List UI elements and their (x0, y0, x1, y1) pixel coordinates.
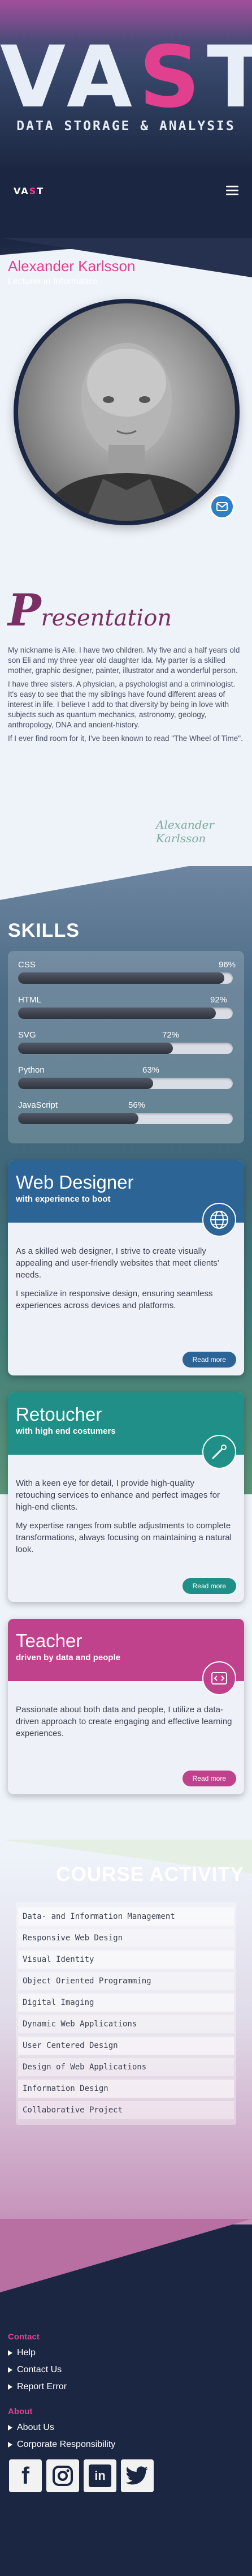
course-item[interactable]: Digital Imaging (18, 1994, 234, 2012)
skill-name: CSS (18, 960, 36, 970)
service-card-teacher: Teacher driven by data and people Passio… (8, 1619, 244, 1794)
skill-item: HTML 92% (18, 993, 234, 1028)
profile-name: Alexander Karlsson (8, 258, 136, 275)
course-item[interactable]: Object Oriented Programming (18, 1972, 234, 1990)
skill-bar (18, 1078, 233, 1089)
service-card-web-designer: Web Designer with experience to boot As … (8, 1160, 244, 1375)
triangle-icon (8, 2367, 12, 2373)
skill-bar (18, 1008, 233, 1019)
skill-percentage: 56% (128, 1100, 146, 1110)
card-body: As a skilled web designer, I strive to c… (8, 1223, 244, 1325)
skills-list: CSS 96% HTML 92% SVG 72% Python 63% Java… (8, 951, 244, 1143)
linkedin-icon[interactable]: in (84, 2459, 116, 2492)
skill-item: SVG 72% (18, 1028, 234, 1063)
read-more-button[interactable]: Read more (182, 1352, 236, 1368)
skill-percentage: 72% (162, 1030, 180, 1040)
card-subtitle: driven by data and people (16, 1653, 121, 1662)
facebook-icon[interactable]: f (9, 2459, 42, 2492)
footer-link-about[interactable]: About Us (8, 2423, 54, 2433)
course-item[interactable]: Responsive Web Design (18, 1929, 234, 1947)
skill-bar-fill (18, 1113, 138, 1124)
skill-name: SVG (18, 1030, 36, 1040)
card-header: Web Designer with experience to boot (8, 1160, 244, 1237)
course-heading: COURSE ACTIVITY (56, 1863, 244, 1885)
card-text: With a keen eye for detail, I provide hi… (16, 1478, 220, 1512)
triangle-icon (8, 2424, 12, 2431)
footer-link-report-error[interactable]: Report Error (8, 2382, 67, 2392)
footer-contact-heading: Contact (8, 2332, 40, 2342)
signature: Alexander Karlsson (156, 818, 214, 845)
footer-link-corporate[interactable]: Corporate Responsibility (8, 2440, 115, 2450)
presentation-text: My nickname is Alle. I have two children… (8, 645, 245, 747)
read-more-button[interactable]: Read more (182, 1578, 236, 1594)
code-icon (202, 1661, 236, 1695)
skill-bar-fill (18, 1043, 173, 1054)
skills-heading: SKILLS (8, 920, 80, 941)
course-item[interactable]: Data- and Information Management (18, 1908, 234, 1926)
brand-tagline: DATA STORAGE & ANALYSIS (16, 119, 236, 134)
skill-name: JavaScript (18, 1100, 58, 1110)
profile-photo (18, 303, 235, 521)
skills-divider (0, 855, 252, 900)
skill-bar-fill (18, 1008, 216, 1019)
skill-bar-fill (18, 1078, 154, 1089)
mail-icon[interactable] (210, 494, 234, 519)
read-more-button[interactable]: Read more (182, 1771, 236, 1786)
skill-percentage: 96% (219, 960, 236, 970)
card-subtitle: with experience to boot (16, 1194, 111, 1204)
card-header: Teacher driven by data and people (8, 1619, 244, 1695)
card-text: Passionate about both data and people, I… (16, 1705, 232, 1738)
skill-name: Python (18, 1065, 45, 1075)
card-title: Web Designer (16, 1172, 134, 1193)
brand-logo: VAST (0, 28, 252, 127)
course-item[interactable]: Design of Web Applications (18, 2058, 234, 2076)
presentation-title: Presentation (8, 585, 172, 636)
skill-bar (18, 1113, 233, 1124)
course-item[interactable]: Collaborative Project (18, 2101, 234, 2119)
card-header: Retoucher with high end costumers (8, 1392, 244, 1469)
navbar: VAST (0, 180, 252, 205)
card-text: My expertise ranges from subtle adjustme… (16, 1521, 232, 1554)
triangle-icon (8, 2384, 12, 2390)
twitter-icon[interactable] (121, 2459, 154, 2492)
skill-name: HTML (18, 995, 41, 1005)
skill-percentage: 63% (142, 1065, 160, 1075)
footer-about-heading: About (8, 2407, 33, 2416)
skill-item: Python 63% (18, 1063, 234, 1098)
card-text: As a skilled web designer, I strive to c… (16, 1246, 219, 1280)
card-body: With a keen eye for detail, I provide hi… (8, 1455, 244, 1569)
triangle-icon (8, 2350, 12, 2356)
presentation-paragraph: My nickname is Alle. I have two children… (8, 646, 240, 675)
globe-icon (202, 1203, 236, 1237)
nav-logo[interactable]: VAST (14, 186, 44, 196)
card-subtitle: with high end costumers (16, 1426, 116, 1436)
instagram-icon[interactable] (46, 2459, 79, 2492)
hamburger-icon[interactable] (226, 186, 238, 197)
course-item[interactable]: Information Design (18, 2080, 234, 2098)
card-title: Teacher (16, 1630, 82, 1651)
skill-item: JavaScript 56% (18, 1098, 234, 1133)
profile-photo-container (14, 299, 240, 525)
skill-bar (18, 1043, 233, 1054)
presentation-paragraph: I have three sisters. A physician, a psy… (8, 680, 236, 729)
profile-role: Lecturer in Informatics (8, 277, 98, 286)
skill-percentage: 92% (210, 995, 228, 1005)
presentation-paragraph: If I ever find room for it, I've been kn… (8, 734, 243, 743)
card-title: Retoucher (16, 1404, 102, 1425)
footer-divider (0, 2219, 252, 2292)
service-card-retoucher: Retoucher with high end costumers With a… (8, 1392, 244, 1602)
magic-wand-icon (202, 1435, 236, 1469)
course-item[interactable]: Visual Identity (18, 1951, 234, 1969)
card-text: I specialize in responsive design, ensur… (16, 1289, 213, 1310)
triangle-icon (8, 2441, 12, 2448)
course-item[interactable]: User Centered Design (18, 2037, 234, 2055)
skill-bar (18, 972, 233, 984)
profile-photo-ring (14, 299, 240, 525)
footer-link-contact[interactable]: Contact Us (8, 2365, 62, 2375)
course-item[interactable]: Dynamic Web Applications (18, 2015, 234, 2033)
footer-link-help[interactable]: Help (8, 2348, 36, 2358)
skill-item: CSS 96% (18, 958, 236, 993)
skill-bar-fill (18, 972, 224, 984)
course-list: Data- and Information Management Respons… (16, 1902, 236, 2125)
